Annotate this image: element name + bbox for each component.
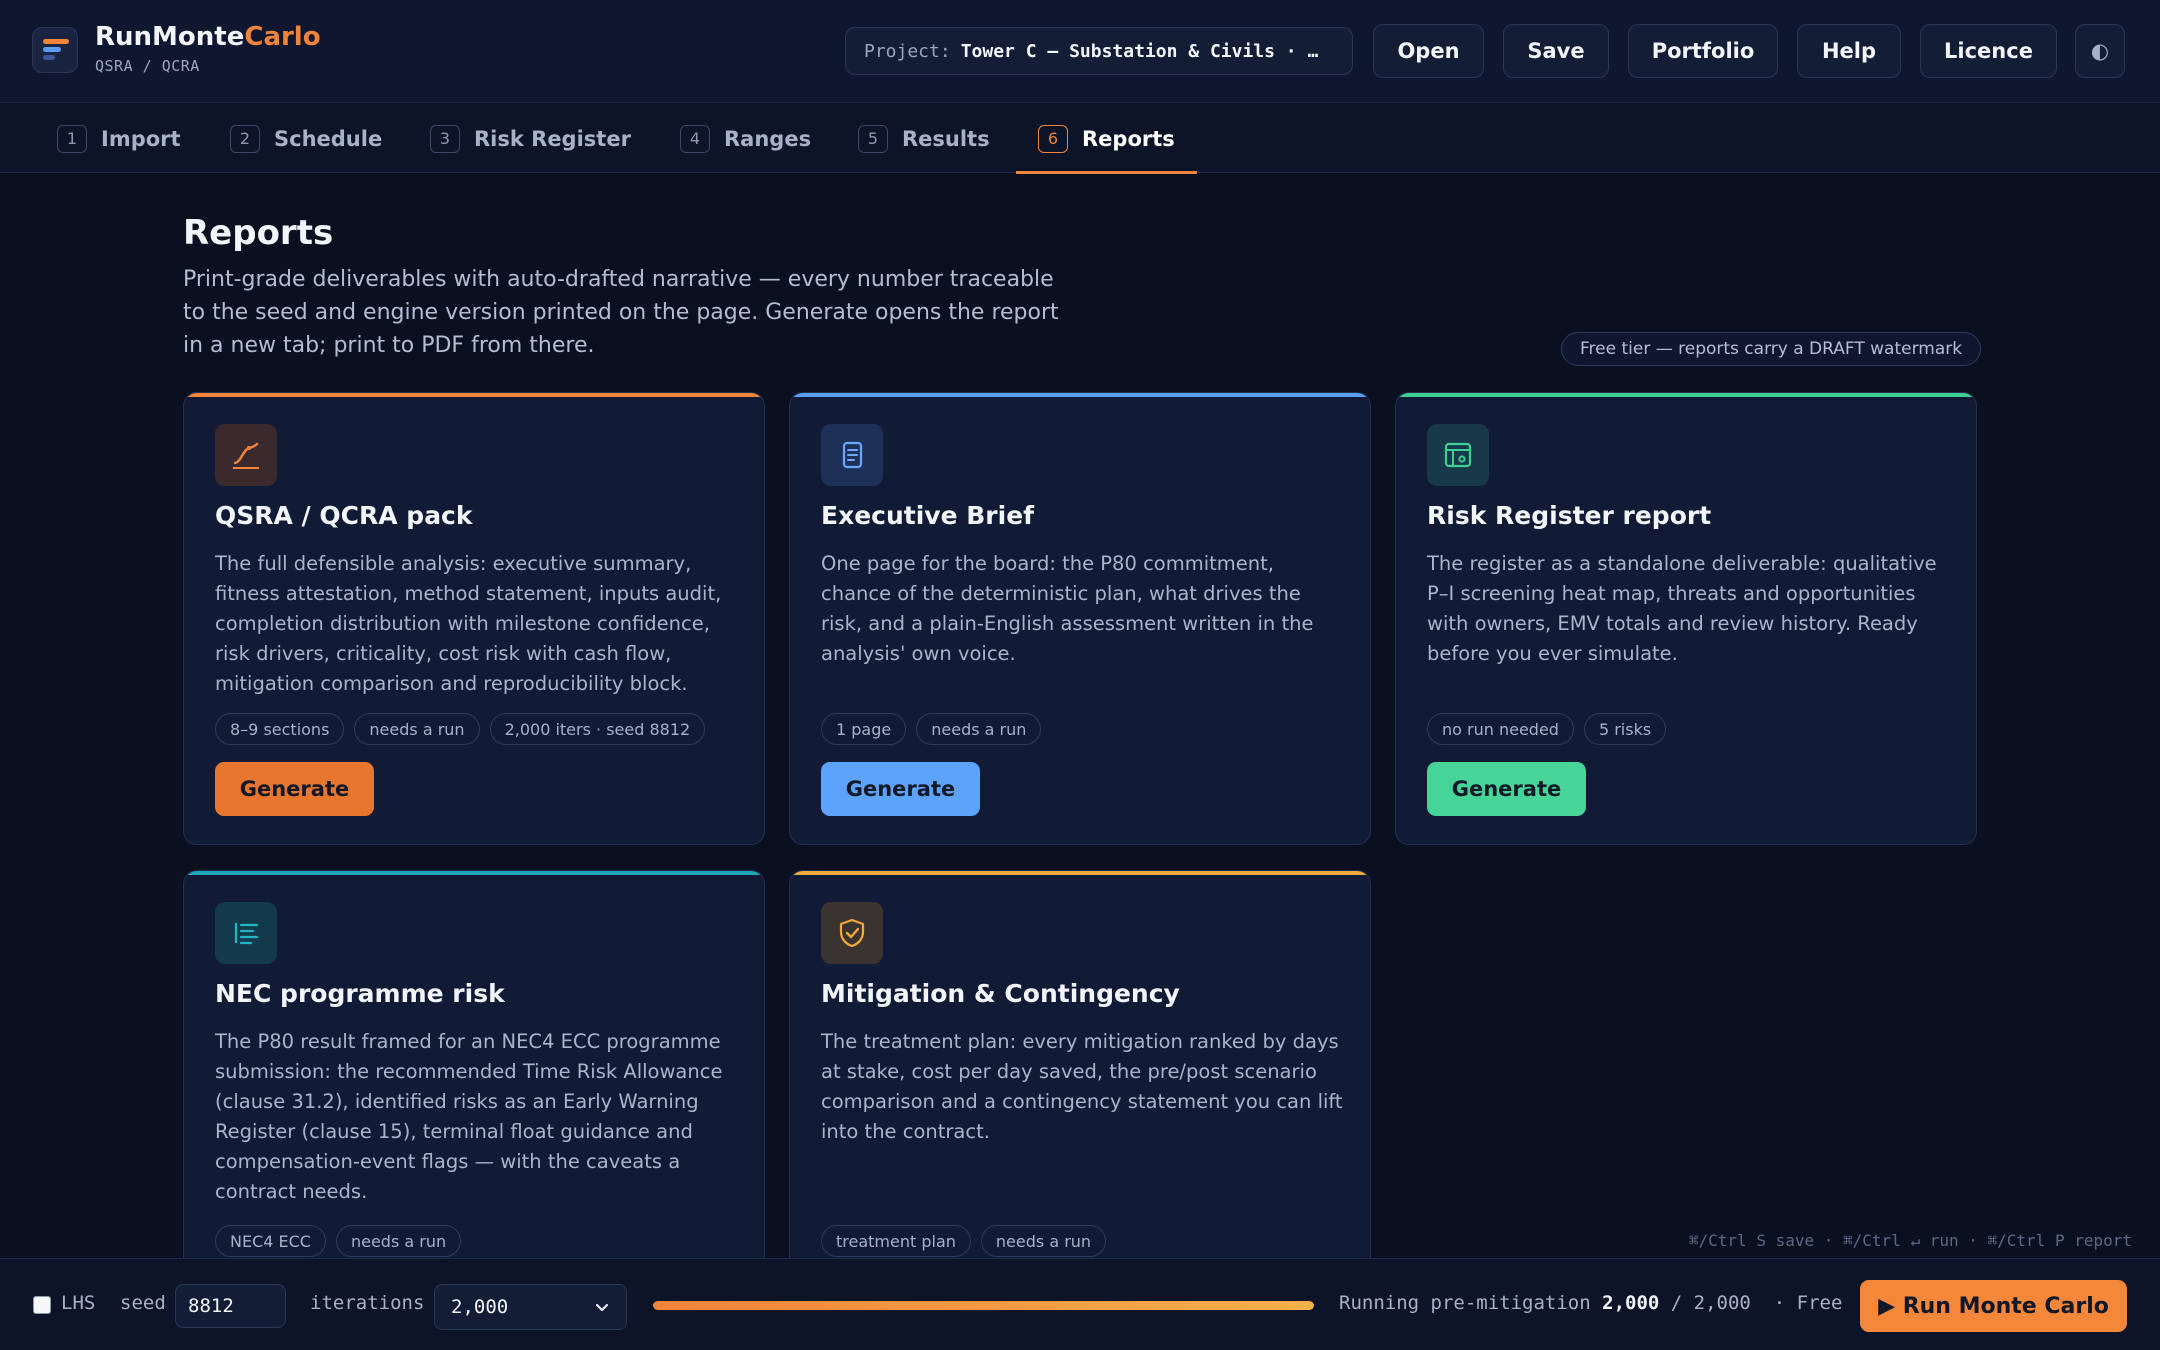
tab-reports[interactable]: 6 Reports bbox=[1016, 104, 1197, 174]
card-accent-stripe bbox=[184, 393, 764, 397]
chip: 2,000 iters · seed 8812 bbox=[489, 713, 706, 745]
shield-check-icon bbox=[821, 902, 883, 964]
card-accent-stripe bbox=[790, 871, 1370, 875]
generate-executive-brief-button[interactable]: Generate bbox=[821, 762, 980, 816]
card-description: One page for the board: the P80 commitme… bbox=[821, 552, 1314, 665]
card-chips: no run needed 5 risks bbox=[1427, 713, 1667, 745]
portfolio-button[interactable]: Portfolio bbox=[1628, 24, 1778, 78]
report-card-mitigation-contingency: Mitigation & Contingency The treatment p… bbox=[789, 870, 1371, 1290]
chevron-down-icon bbox=[595, 1303, 609, 1312]
chart-line-icon bbox=[215, 424, 277, 486]
step-tabs: 1 Import 2 Schedule 3 Risk Register 4 Ra… bbox=[0, 104, 2160, 174]
document-icon bbox=[821, 424, 883, 486]
card-description: The register as a standalone deliverable… bbox=[1427, 552, 1937, 665]
app-logo-icon bbox=[32, 27, 78, 73]
seed-input[interactable] bbox=[175, 1284, 286, 1328]
chip: NEC4 ECC bbox=[215, 1225, 326, 1257]
page-description: Print-grade deliverables with auto-draft… bbox=[183, 267, 1059, 358]
tab-number: 1 bbox=[57, 124, 87, 153]
chip: needs a run bbox=[916, 713, 1042, 745]
card-chips: 8–9 sections needs a run 2,000 iters · s… bbox=[215, 713, 706, 745]
card-accent-stripe bbox=[184, 871, 764, 875]
register-icon bbox=[1427, 424, 1489, 486]
card-title: Executive Brief bbox=[821, 501, 1035, 530]
tab-number: 5 bbox=[858, 124, 888, 153]
card-description: The full defensible analysis: executive … bbox=[215, 552, 722, 695]
top-bar: RunMonteCarlo QSRA / QCRA Project: Tower… bbox=[0, 0, 2160, 103]
card-chips: NEC4 ECC needs a run bbox=[215, 1225, 462, 1257]
chip: needs a run bbox=[335, 1225, 462, 1257]
tab-label: Ranges bbox=[724, 126, 812, 151]
tab-label: Schedule bbox=[274, 126, 383, 151]
chip: no run needed bbox=[1427, 713, 1574, 745]
card-description: The treatment plan: every mitigation ran… bbox=[821, 1030, 1343, 1143]
tab-results[interactable]: 5 Results bbox=[858, 104, 990, 173]
tab-number: 6 bbox=[1038, 124, 1068, 153]
project-selector[interactable]: Project: Tower C — Substation & Civils ·… bbox=[845, 27, 1353, 75]
card-title: NEC programme risk bbox=[215, 979, 505, 1008]
generate-risk-register-button[interactable]: Generate bbox=[1427, 762, 1586, 816]
chip: needs a run bbox=[980, 1225, 1107, 1257]
report-card-executive-brief: Executive Brief One page for the board: … bbox=[789, 392, 1371, 845]
tab-label: Risk Register bbox=[474, 126, 631, 151]
tier-badge: Free tier — reports carry a DRAFT waterm… bbox=[1561, 332, 1982, 366]
lhs-label: LHS bbox=[61, 1292, 96, 1314]
iterations-value: 2,000 bbox=[451, 1296, 509, 1318]
tab-label: Import bbox=[101, 126, 181, 151]
lhs-checkbox[interactable] bbox=[33, 1296, 51, 1314]
iterations-label: iterations bbox=[310, 1292, 425, 1314]
card-description: The P80 result framed for an NEC4 ECC pr… bbox=[215, 1030, 723, 1203]
align-left-icon bbox=[215, 902, 277, 964]
seed-label: seed bbox=[120, 1292, 166, 1314]
tab-number: 2 bbox=[230, 124, 260, 153]
report-card-nec-programme-risk: NEC programme risk The P80 result framed… bbox=[183, 870, 765, 1290]
run-progress-bar bbox=[653, 1301, 1314, 1310]
tab-label: Results bbox=[902, 126, 990, 151]
card-accent-stripe bbox=[790, 393, 1370, 397]
tab-schedule[interactable]: 2 Schedule bbox=[230, 104, 382, 173]
chip: 5 risks bbox=[1583, 713, 1667, 745]
tab-label: Reports bbox=[1082, 126, 1175, 151]
card-chips: 1 page needs a run bbox=[821, 713, 1042, 745]
page-title: Reports bbox=[183, 213, 334, 253]
help-button[interactable]: Help bbox=[1797, 24, 1901, 78]
chip: treatment plan bbox=[821, 1225, 971, 1257]
save-button[interactable]: Save bbox=[1503, 24, 1609, 78]
tab-import[interactable]: 1 Import bbox=[57, 104, 181, 173]
keyboard-shortcuts-hint: ⌘/Ctrl S save · ⌘/Ctrl ↵ run · ⌘/Ctrl P … bbox=[1688, 1231, 2132, 1250]
card-title: Risk Register report bbox=[1427, 501, 1712, 530]
chip: 1 page bbox=[821, 713, 907, 745]
open-button[interactable]: Open bbox=[1373, 24, 1484, 78]
project-name: Tower C — Substation & Civils · … bbox=[960, 40, 1319, 62]
report-card-qsra: QSRA / QCRA pack The full defensible ana… bbox=[183, 392, 765, 845]
card-title: QSRA / QCRA pack bbox=[215, 501, 473, 530]
card-title: Mitigation & Contingency bbox=[821, 979, 1180, 1008]
report-card-risk-register: Risk Register report The register as a s… bbox=[1395, 392, 1977, 845]
run-monte-carlo-button[interactable]: ▶ Run Monte Carlo bbox=[1860, 1280, 2127, 1332]
tab-ranges[interactable]: 4 Ranges bbox=[680, 104, 811, 173]
run-bar: LHS seed iterations 2,000 Running pre-mi… bbox=[0, 1258, 2160, 1350]
tab-number: 4 bbox=[680, 124, 710, 153]
generate-qsra-button[interactable]: Generate bbox=[215, 762, 374, 816]
tab-number: 3 bbox=[430, 124, 460, 153]
card-accent-stripe bbox=[1396, 393, 1976, 397]
card-chips: treatment plan needs a run bbox=[821, 1225, 1107, 1257]
app-name: RunMonteCarlo bbox=[95, 22, 321, 52]
licence-button[interactable]: Licence bbox=[1920, 24, 2057, 78]
run-status: Running pre-mitigation 2,000 / 2,000 · F… bbox=[1339, 1292, 1843, 1314]
theme-toggle-icon[interactable]: ◐ bbox=[2075, 24, 2125, 78]
run-progress-fill bbox=[653, 1301, 1314, 1310]
chip: needs a run bbox=[354, 713, 480, 745]
tab-risk-register[interactable]: 3 Risk Register bbox=[430, 104, 631, 173]
app-subtitle: QSRA / QCRA bbox=[95, 57, 200, 75]
iterations-select[interactable]: 2,000 bbox=[434, 1284, 627, 1330]
project-label: Project: bbox=[864, 40, 951, 62]
chip: 8–9 sections bbox=[215, 713, 345, 745]
